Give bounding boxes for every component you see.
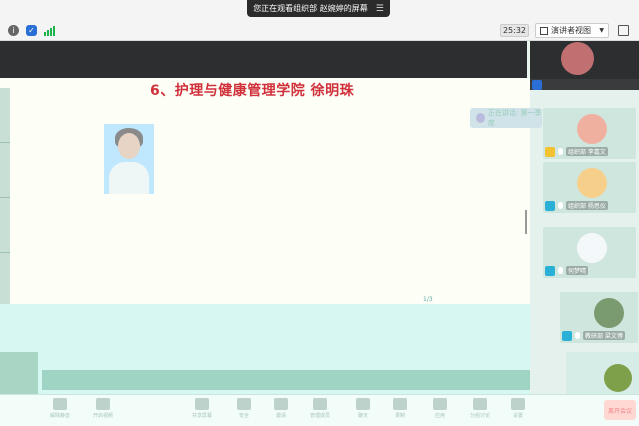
participant-tile[interactable]: 何梦晴 <box>543 227 636 278</box>
toolbar-label: 应用 <box>434 413 445 419</box>
info-icon[interactable]: i <box>8 25 19 36</box>
scrollbar[interactable] <box>525 210 527 234</box>
lower-left-panel <box>0 352 38 396</box>
toolbar-label: 共享屏幕 <box>191 413 212 419</box>
leave-meeting-button[interactable]: 离开会议 <box>604 400 636 420</box>
avatar <box>604 364 632 392</box>
participant-label: 组织部 杨思仪 <box>545 200 608 211</box>
participant-tile[interactable]: 组织部 李嘉文 <box>543 108 636 159</box>
chat-icon <box>356 398 370 410</box>
toolbar-label: 设置 <box>512 413 523 419</box>
mic-icon <box>53 398 67 410</box>
slide-title: 6、护理与健康管理学院 徐明珠 <box>150 83 355 99</box>
page-indicator: 1/3 <box>423 296 433 303</box>
avatar <box>561 42 594 75</box>
mic-icon <box>558 267 563 274</box>
participant-tile[interactable]: 组织部 杨思仪 <box>543 162 636 213</box>
participant-tile[interactable] <box>530 41 639 90</box>
toolbar-label: 分组讨论 <box>469 413 490 419</box>
avatar <box>594 298 624 328</box>
screen-share-banner-text: 您正在观看组织部 赵婉婷的屏幕 <box>253 4 368 13</box>
person-icon <box>545 200 555 211</box>
toolbar-label: 开启视频 <box>92 413 113 419</box>
person-icon <box>545 265 555 276</box>
shield-icon <box>237 398 251 410</box>
camera-icon <box>96 398 110 410</box>
participant-name: 组织部 李嘉文 <box>566 147 608 156</box>
view-mode-select[interactable]: 演讲者视图 ▼ <box>535 23 609 38</box>
participant-name: 何梦晴 <box>566 266 589 275</box>
record-button[interactable]: 录制 <box>385 398 415 424</box>
toolbar-label: 邀请 <box>275 413 286 419</box>
shared-screen: 6、护理与健康管理学院 徐明珠 <box>0 78 530 304</box>
video-button[interactable]: 开启视频 <box>88 398 118 424</box>
shield-icon[interactable]: ✓ <box>26 25 37 36</box>
apps-button[interactable]: 应用 <box>425 398 455 424</box>
participant-label: 教研部 梁文博 <box>562 330 625 341</box>
participant-tile[interactable] <box>566 352 639 394</box>
participant-tile[interactable]: 教研部 梁文博 <box>560 292 638 343</box>
invite-icon <box>274 398 288 410</box>
speaker-icon <box>476 113 485 123</box>
participant-name: 组织部 杨思仪 <box>566 201 608 210</box>
chevron-down-icon: ▼ <box>599 27 604 34</box>
grid-icon <box>540 26 548 35</box>
toolbar-label: 解除静音 <box>49 413 70 419</box>
mic-icon <box>558 202 563 209</box>
toolbar-label: 录制 <box>394 413 405 419</box>
view-mode-label: 演讲者视图 <box>551 26 591 35</box>
record-icon <box>393 398 407 410</box>
speaking-indicator: 正在讲话: 第一季度 <box>470 108 542 128</box>
gear-icon <box>511 398 525 410</box>
apps-icon <box>433 398 447 410</box>
speaking-indicator-text: 正在讲话: 第一季度 <box>487 109 542 127</box>
avatar <box>577 233 607 263</box>
participant-name: 教研部 梁文博 <box>583 331 625 340</box>
meeting-timer: 25:32 <box>500 24 529 37</box>
person-icon <box>532 79 542 90</box>
breakout-icon <box>473 398 487 410</box>
share-icon <box>195 398 209 410</box>
signal-icon[interactable] <box>44 25 55 36</box>
fullscreen-icon[interactable] <box>618 25 629 36</box>
participant-label: 组织部 李嘉文 <box>545 146 608 157</box>
person-icon <box>545 146 555 157</box>
mic-icon <box>558 148 563 155</box>
left-thumbnail-strip[interactable] <box>0 88 10 318</box>
participant-label <box>530 79 639 90</box>
menu-icon[interactable]: ☰ <box>376 4 384 14</box>
mute-button[interactable]: 解除静音 <box>45 398 75 424</box>
bottom-toolbar: 解除静音 开启视频 共享屏幕 安全 邀请 管理成员 聊天 录制 应用 分组讨论 … <box>0 394 639 426</box>
breakout-button[interactable]: 分组讨论 <box>465 398 495 424</box>
portrait-photo <box>104 124 154 194</box>
chat-button[interactable]: 聊天 <box>348 398 378 424</box>
security-button[interactable]: 安全 <box>229 398 259 424</box>
person-icon <box>562 330 572 341</box>
invite-button[interactable]: 邀请 <box>266 398 296 424</box>
manage-members-button[interactable]: 管理成员 <box>305 398 335 424</box>
screen-share-banner: 您正在观看组织部 赵婉婷的屏幕 ☰ <box>247 0 390 17</box>
toolbar-label: 管理成员 <box>309 413 330 419</box>
settings-button[interactable]: 设置 <box>503 398 533 424</box>
toolbar-label: 安全 <box>238 413 249 419</box>
avatar <box>577 168 607 198</box>
shared-screen-header <box>0 41 527 78</box>
status-row: i ✓ 25:32 演讲者视图 ▼ <box>0 20 639 41</box>
share-screen-button[interactable]: 共享屏幕 <box>187 398 217 424</box>
members-icon <box>313 398 327 410</box>
toolbar-label: 聊天 <box>357 413 368 419</box>
mic-icon <box>575 332 580 339</box>
top-bar: 您正在观看组织部 赵婉婷的屏幕 ☰ <box>0 0 639 20</box>
participant-label: 何梦晴 <box>545 265 589 276</box>
avatar <box>577 114 607 144</box>
lower-panel <box>42 370 558 390</box>
